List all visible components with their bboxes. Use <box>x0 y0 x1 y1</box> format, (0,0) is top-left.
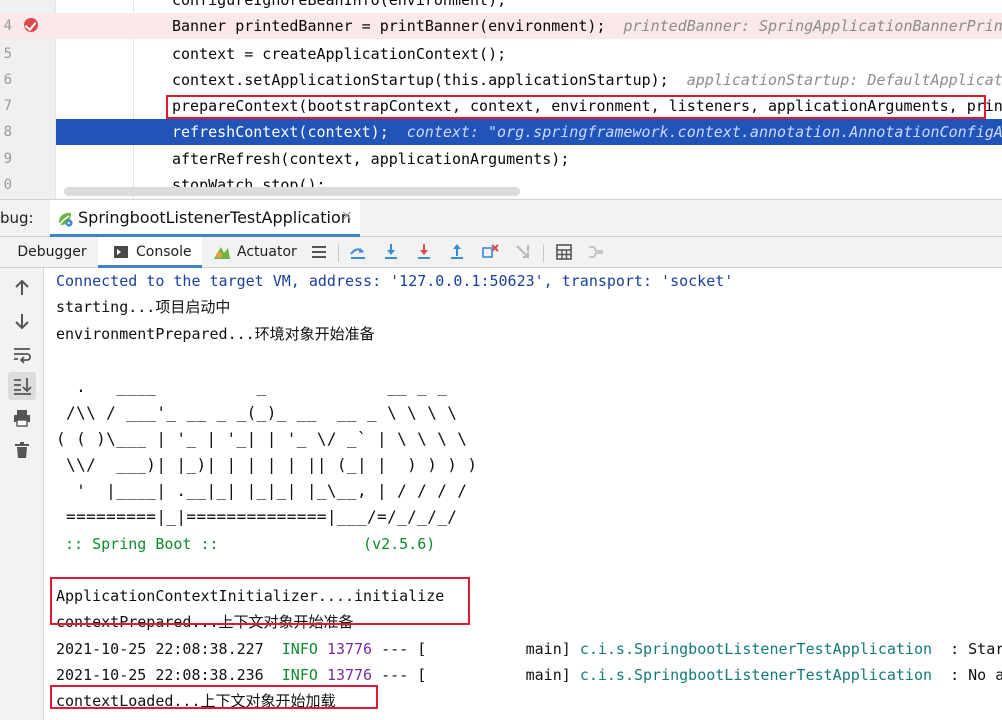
code-line[interactable]: configureIgnoreBeanInfo(environment); <box>0 0 1002 13</box>
trash-icon[interactable] <box>11 439 33 461</box>
soft-wrap-icon[interactable] <box>11 343 33 365</box>
spring-boot-version-line: :: Spring Boot :: (v2.5.6) <box>56 535 436 553</box>
close-icon[interactable]: × <box>341 208 353 224</box>
line-number: 9 <box>3 151 12 167</box>
arrow-up-icon[interactable] <box>11 277 33 299</box>
log-pid: 13776 <box>326 640 373 658</box>
console-line: Connected to the target VM, address: '12… <box>56 272 734 290</box>
console-line: starting...项目启动中 <box>56 298 231 316</box>
code-text: prepareContext(bootstrapContext, context… <box>172 97 1002 115</box>
breakpoint-icon[interactable] <box>24 18 38 32</box>
console-side-toolbar <box>0 268 44 720</box>
inline-value-hint: applicationStartup: DefaultApplicat <box>686 71 1002 89</box>
line-number: 0 <box>3 177 12 193</box>
log-message: : No a <box>932 666 1002 684</box>
log-date: 2021-10-25 22:08:38.227 <box>56 640 264 658</box>
log-thread: --- [ main] <box>381 666 571 684</box>
code-text: afterRefresh(context, applicationArgumen… <box>172 150 570 168</box>
line-number: 7 <box>3 98 12 114</box>
line-number: 4 <box>3 18 12 34</box>
debug-label: bug: <box>0 209 34 227</box>
print-icon[interactable] <box>11 407 33 429</box>
step-into-icon[interactable] <box>414 242 434 262</box>
log-pid: 13776 <box>326 666 373 684</box>
spring-boot-icon <box>59 212 73 227</box>
inline-value-hint: context: "org.springframework.context.an… <box>406 123 1002 141</box>
log-logger[interactable]: c.i.s.SpringbootListenerTestApplication <box>580 640 932 658</box>
scroll-to-end-icon[interactable] <box>11 375 33 397</box>
log-date: 2021-10-25 22:08:38.236 <box>56 666 264 684</box>
step-out-icon[interactable] <box>447 242 467 262</box>
log-line: 2021-10-25 22:08:38.227 INFO 13776 --- [… <box>56 636 1002 662</box>
code-line[interactable]: 7 prepareContext(bootstrapContext, conte… <box>0 93 1002 119</box>
console-line: contextLoaded...上下文对象开始加载 <box>56 692 336 710</box>
toolbar-separator <box>543 244 544 262</box>
session-tab[interactable]: SpringbootListenerTestApplication × <box>50 200 360 237</box>
banner-line: . ____ _ __ _ _ <box>56 377 448 396</box>
log-level: INFO <box>281 666 318 684</box>
log-message: : Star <box>932 640 1002 658</box>
actuator-icon <box>214 247 230 259</box>
console-output[interactable]: Connected to the target VM, address: '12… <box>44 268 1002 720</box>
banner-line: ( ( )\___ | '_ | '_| | '_ \/ _` | \ \ \ … <box>56 429 468 448</box>
tab-console-label: Console <box>136 244 192 260</box>
console-line: ApplicationContextInitializer....initial… <box>56 587 445 605</box>
code-line[interactable]: 9 afterRefresh(context, applicationArgum… <box>0 146 1002 172</box>
console-line: contextPrepared...上下文对象开始准备 <box>56 613 354 631</box>
debug-toolbar: Debugger Console Actuator <box>0 237 1002 268</box>
log-level: INFO <box>281 640 318 658</box>
line-number <box>0 0 12 13</box>
tab-debugger-label: Debugger <box>17 244 87 260</box>
console-icon <box>114 246 128 258</box>
step-over-icon[interactable] <box>381 242 401 262</box>
code-text: context = createApplicationContext(); <box>172 45 507 63</box>
debug-tool-window-header: bug: SpringbootListenerTestApplication × <box>0 199 1002 237</box>
arrow-down-icon[interactable] <box>11 310 33 332</box>
code-text: refreshContext(context); context: "org.sp… <box>172 123 1002 141</box>
evaluate-expression-icon[interactable] <box>554 242 574 262</box>
banner-line: \\/ ___)| |_)| | | | | || (_| | ) ) ) ) <box>56 455 478 474</box>
code-text: configureIgnoreBeanInfo(environment); <box>172 0 507 9</box>
inline-value-hint: printedBanner: SpringApplicationBannerPr… <box>623 17 1002 35</box>
tab-debugger[interactable]: Debugger <box>8 237 96 268</box>
console-line: environmentPrepared...环境对象开始准备 <box>56 325 375 343</box>
log-line: 2021-10-25 22:08:38.236 INFO 13776 --- [… <box>56 662 1002 688</box>
show-execution-point-icon[interactable] <box>348 242 368 262</box>
line-number: 5 <box>3 46 12 62</box>
banner-line: =========|_|==============|___/=/_/_/_/ <box>56 507 458 526</box>
session-name: SpringbootListenerTestApplication <box>78 208 351 227</box>
run-to-cursor-icon[interactable] <box>513 242 533 262</box>
log-thread: --- [ main] <box>381 640 571 658</box>
tab-actuator-label: Actuator <box>237 244 297 260</box>
line-number: 6 <box>3 72 12 88</box>
code-text: Banner printedBanner = printBanner(envir… <box>172 17 1002 35</box>
toolbar-separator <box>338 244 339 262</box>
code-line[interactable]: 5 context = createApplicationContext(); <box>0 41 1002 67</box>
line-number: 8 <box>3 124 12 140</box>
drop-frame-icon[interactable] <box>480 242 500 262</box>
code-editor[interactable]: configureIgnoreBeanInfo(environment); 4 … <box>0 0 1002 199</box>
banner-line: /\\ / ___'_ __ _ _(_)_ __ __ _ \ \ \ \ <box>56 403 458 422</box>
code-line-execution-point[interactable]: 8 refreshContext(context); context: "org.… <box>0 119 1002 145</box>
trace-stream-icon[interactable] <box>586 242 606 262</box>
banner-line: ' |____| .__|_| |_|_| |_\__, | / / / / <box>56 481 468 500</box>
tab-actuator[interactable]: Actuator <box>210 237 300 268</box>
log-logger[interactable]: c.i.s.SpringbootListenerTestApplication <box>580 666 932 684</box>
horizontal-scrollbar[interactable] <box>64 187 520 196</box>
code-text: context.setApplicationStartup(this.appli… <box>172 71 1002 89</box>
code-line-breakpoint[interactable]: 4 Banner printedBanner = printBanner(env… <box>0 13 1002 39</box>
tab-console[interactable]: Console <box>98 237 202 268</box>
menu-icon[interactable] <box>309 242 329 262</box>
code-line[interactable]: 6 context.setApplicationStartup(this.app… <box>0 67 1002 93</box>
